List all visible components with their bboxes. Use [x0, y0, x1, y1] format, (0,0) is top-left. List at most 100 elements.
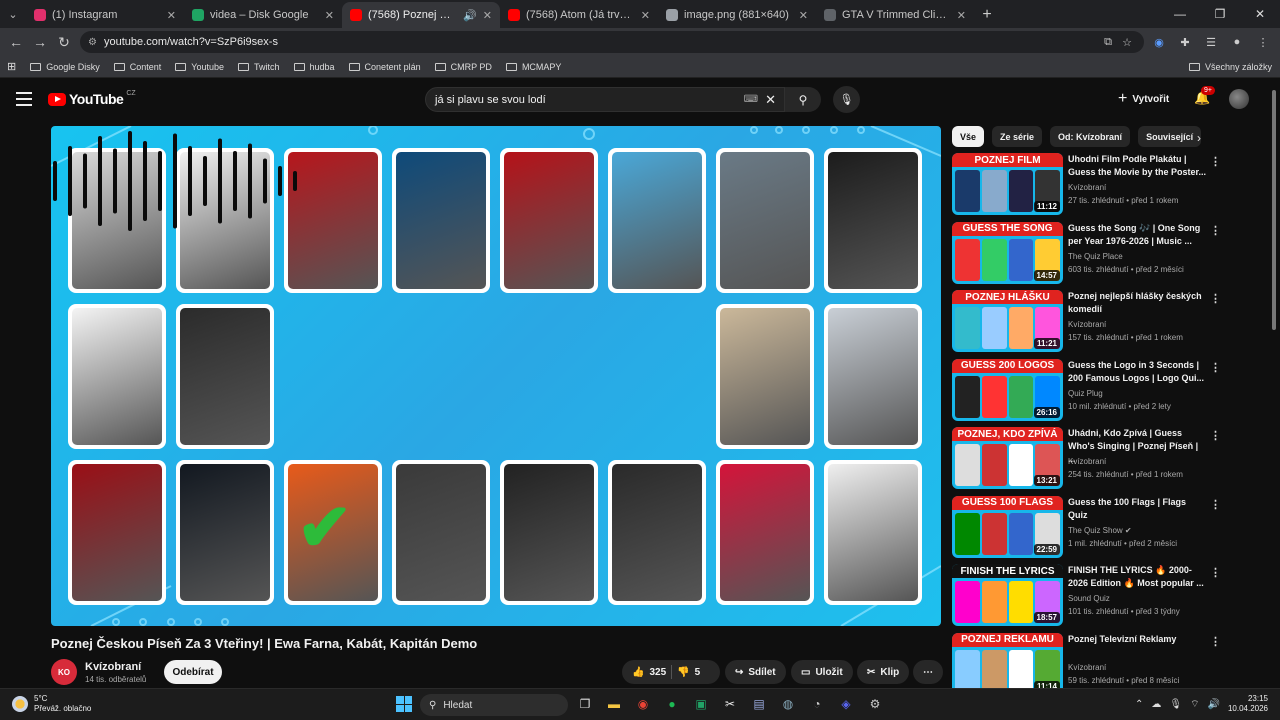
recommended-channel[interactable]: The Quiz Place	[1068, 252, 1123, 261]
recommended-channel[interactable]: Kvízobraní	[1068, 183, 1106, 192]
chevron-right-icon[interactable]: ›	[1197, 131, 1201, 145]
clock[interactable]: 23:15 10.04.2026	[1228, 694, 1268, 714]
video-thumbnail[interactable]: POZNEJ FILM 11:12	[952, 153, 1063, 215]
menu-icon[interactable]	[16, 92, 32, 106]
browser-tab[interactable]: videa – Disk Google ✕	[184, 2, 342, 28]
discord-icon[interactable]: ◈	[835, 693, 857, 715]
youtube-logo[interactable]: YouTube CZ	[48, 90, 136, 107]
profile-icon[interactable]: ●	[1226, 31, 1248, 53]
close-tab-icon[interactable]: ✕	[957, 9, 966, 22]
bookmark-folder[interactable]: Twitch	[231, 62, 287, 72]
video-thumbnail[interactable]: GUESS 200 LOGOS 26:16	[952, 358, 1063, 421]
recommended-channel[interactable]: Quiz Plug	[1068, 389, 1103, 398]
recommended-title[interactable]: Uhodni Film Podle Plakátu | Guess the Mo…	[1068, 153, 1208, 179]
channel-name[interactable]: Kvízobraní	[85, 661, 146, 673]
reading-list-icon[interactable]: ☰	[1200, 31, 1222, 53]
like-button[interactable]: 👍 325	[632, 667, 666, 678]
filter-chip[interactable]: Vše	[952, 126, 985, 147]
tray-chevron-icon[interactable]: ⌃	[1135, 699, 1143, 710]
minimize-icon[interactable]: —	[1160, 0, 1200, 28]
recommended-video[interactable]: POZNEJ, KDO ZPÍVÁ 13:21 Uhádni, Kdo Zpívá …	[952, 427, 1262, 491]
video-thumbnail[interactable]: POZNEJ, KDO ZPÍVÁ 13:21	[952, 427, 1063, 489]
all-bookmarks[interactable]: Všechny záložky	[1188, 62, 1272, 72]
chrome-icon[interactable]: ◉	[632, 693, 654, 715]
browser-menu-icon[interactable]: ⋮	[1252, 31, 1274, 53]
excel-icon[interactable]: ▣	[690, 693, 712, 715]
keyboard-icon[interactable]: ⌨	[744, 94, 758, 105]
site-info-icon[interactable]: ⚙	[88, 37, 97, 48]
network-icon[interactable]: ☁	[1151, 699, 1161, 710]
recommended-title[interactable]: Guess the Logo in 3 Seconds | 200 Famous…	[1068, 359, 1208, 385]
browser-tab[interactable]: (7568) Atom (Já trvám na tom Im ✕	[500, 2, 658, 28]
close-window-icon[interactable]: ✕	[1240, 0, 1280, 28]
file-explorer-icon[interactable]: ▬	[603, 693, 625, 715]
bookmark-star-icon[interactable]: ☆	[1122, 36, 1132, 49]
more-options-icon[interactable]: ⋮	[1210, 155, 1221, 168]
more-options-icon[interactable]: ⋮	[1210, 361, 1221, 374]
capcut-icon[interactable]: ✂	[719, 693, 741, 715]
taskbar-search[interactable]: ⚲ Hledat	[420, 694, 568, 716]
apps-icon[interactable]: ⊞	[0, 60, 23, 73]
clip-button[interactable]: ✂ Klip	[857, 660, 910, 684]
new-tab-button[interactable]: +	[974, 2, 1000, 28]
browser-tab[interactable]: image.png (881×640) ✕	[658, 2, 816, 28]
bookmark-folder[interactable]: Youtube	[168, 62, 231, 72]
video-thumbnail[interactable]: GUESS 100 FLAGS 22:59	[952, 495, 1063, 558]
recommended-channel[interactable]: Kvízobraní	[1068, 320, 1106, 329]
steam-icon[interactable]: ◍	[777, 693, 799, 715]
video-thumbnail[interactable]: FINISH THE LYRICS 18:57	[952, 564, 1063, 626]
more-options-icon[interactable]: ⋮	[1210, 292, 1221, 305]
recommended-video[interactable]: POZNEJ REKLAMU 11:14 Poznej Televizní Rekl…	[952, 632, 1262, 697]
back-icon[interactable]: ←	[4, 30, 28, 54]
bookmark-folder[interactable]: Google Disky	[23, 62, 107, 72]
reload-icon[interactable]: ↻	[52, 30, 76, 54]
close-tab-icon[interactable]: ✕	[799, 9, 808, 22]
recommended-title[interactable]: Guess the 100 Flags | Flags Quiz	[1068, 496, 1208, 522]
channel-avatar[interactable]: KO	[51, 659, 77, 685]
share-button[interactable]: ↪ Sdílet	[725, 660, 786, 684]
volume-icon[interactable]: 🔊	[1208, 699, 1220, 710]
install-icon[interactable]: ⧉	[1104, 36, 1112, 49]
obs-icon[interactable]: ◔	[806, 693, 828, 715]
account-avatar[interactable]	[1229, 89, 1249, 109]
extension-icon[interactable]: ◉	[1148, 31, 1170, 53]
search-button[interactable]: ⚲	[785, 87, 821, 112]
browser-tab[interactable]: (7568) Poznej Českou Píseň 🔊 ✕	[342, 2, 500, 28]
address-bar[interactable]: ⚙ youtube.com/watch?v=SzP6i9sex-s ⧉ ☆	[80, 31, 1144, 53]
recommended-title[interactable]: Poznej Televizní Reklamy	[1068, 633, 1208, 646]
weather-widget[interactable]: 5°C Převáž. oblačno	[12, 694, 91, 714]
bookmark-folder[interactable]: hudba	[287, 62, 342, 72]
wifi-icon[interactable]: ⌔	[1190, 698, 1199, 711]
bookmark-folder[interactable]: Conetent plán	[342, 62, 428, 72]
video-thumbnail[interactable]: POZNEJ HLÁŠKU 11:21	[952, 290, 1063, 352]
more-options-icon[interactable]: ⋮	[1210, 566, 1221, 579]
recommended-video[interactable]: POZNEJ FILM 11:12 Uhodni Film Podle Plakát…	[952, 153, 1262, 217]
audio-icon[interactable]: 🔊	[463, 9, 477, 22]
video-player[interactable]: ✔	[51, 126, 941, 626]
bookmark-folder[interactable]: MCMAPY	[499, 62, 569, 72]
maximize-icon[interactable]: ❐	[1200, 0, 1240, 28]
filter-chip[interactable]: Související	[1138, 126, 1202, 147]
filter-chip[interactable]: Od: Kvízobraní	[1050, 126, 1131, 147]
channel-info[interactable]: KO Kvízobraní 14 tis. odběratelů	[51, 659, 146, 685]
close-tab-icon[interactable]: ✕	[325, 9, 334, 22]
forward-icon[interactable]: →	[28, 30, 52, 54]
recommended-video[interactable]: FINISH THE LYRICS 18:57 FINISH THE LYRICS …	[952, 564, 1262, 628]
recommended-channel[interactable]: Sound Quiz	[1068, 594, 1110, 603]
save-button[interactable]: ▭ Uložit	[791, 660, 853, 684]
recommended-channel[interactable]: Kvízobraní	[1068, 457, 1106, 466]
settings-gear-icon[interactable]: ⚙	[864, 693, 886, 715]
voice-search-button[interactable]: 🎙	[833, 86, 860, 113]
close-tab-icon[interactable]: ✕	[483, 9, 492, 22]
bookmark-folder[interactable]: Content	[107, 62, 169, 72]
recommended-video[interactable]: GUESS 100 FLAGS 22:59 Guess the 100 Flags …	[952, 495, 1262, 560]
close-tab-icon[interactable]: ✕	[167, 9, 176, 22]
more-actions-button[interactable]: ⋯	[913, 660, 943, 684]
recommended-channel[interactable]: Kvízobraní	[1068, 663, 1106, 672]
more-options-icon[interactable]: ⋮	[1210, 429, 1221, 442]
windows-start-icon[interactable]	[396, 696, 412, 712]
more-options-icon[interactable]: ⋮	[1210, 498, 1221, 511]
recommended-video[interactable]: POZNEJ HLÁŠKU 11:21 Poznej nejlepší hlášky…	[952, 290, 1262, 354]
bookmark-folder[interactable]: CMRP PD	[428, 62, 499, 72]
recommended-title[interactable]: Poznej nejlepší hlášky českých komedií	[1068, 290, 1208, 316]
